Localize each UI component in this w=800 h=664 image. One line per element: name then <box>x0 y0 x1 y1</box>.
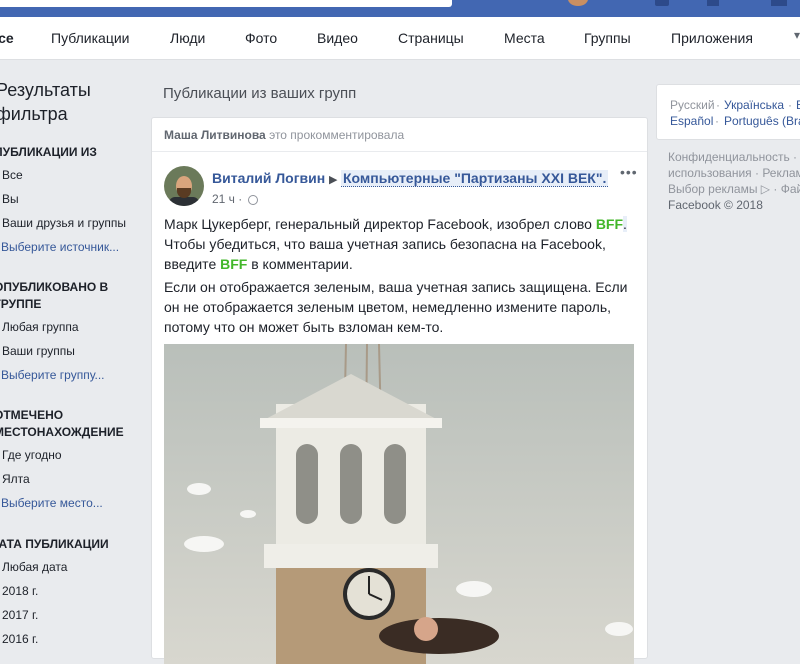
commenter-action: это прокомментировала <box>269 128 405 142</box>
filter-option-2018[interactable]: 2018 г. <box>2 584 38 598</box>
comment-activity: Маша Литвинова это прокомментировала <box>164 128 404 142</box>
post-text-paragraph-2: Если он отображается зеленым, ваша учетн… <box>164 279 628 335</box>
author-name[interactable]: Виталий Логвин <box>212 170 325 186</box>
group-name[interactable]: Компьютерные "Партизаны XXI ВЕК". <box>341 170 609 187</box>
top-bar <box>0 0 800 17</box>
notifications-icon[interactable] <box>771 0 787 6</box>
choose-location-link[interactable]: Выберите место... <box>1 496 103 510</box>
tab-pages[interactable]: Страницы <box>398 30 464 46</box>
tab-videos[interactable]: Видео <box>317 30 358 46</box>
filter-option-friends-groups[interactable]: Ваши друзья и группы <box>2 216 126 230</box>
tab-places[interactable]: Места <box>504 30 545 46</box>
filter-option-any-group[interactable]: Любая группа <box>2 320 79 334</box>
language-current: Русский <box>670 98 715 112</box>
filter-section-posted-in-group: Опубликовано в группе <box>0 280 109 311</box>
filters-title: Результаты фильтра <box>0 80 91 124</box>
language-link-portuguese[interactable]: Português (Bra <box>724 114 800 128</box>
chevron-down-icon[interactable]: ▾ <box>794 28 800 44</box>
triangle-right-icon: ▶ <box>329 174 338 186</box>
filter-option-2016[interactable]: 2016 г. <box>2 632 38 646</box>
filter-option-all[interactable]: Все <box>2 168 23 182</box>
filter-option-any-date[interactable]: Любая дата <box>2 560 67 574</box>
post-text-paragraph-1: Марк Цукерберг, генеральный директор Fac… <box>164 216 627 272</box>
profile-avatar[interactable] <box>568 0 588 6</box>
filter-option-your-groups[interactable]: Ваши группы <box>2 344 75 358</box>
post-photo-image <box>164 344 634 664</box>
bff-word: BFF <box>220 256 248 272</box>
footer-links-line-2[interactable]: использования · Реклам <box>668 166 800 180</box>
feed-heading: Публикации из ваших групп <box>163 85 357 102</box>
footer-links-line-3[interactable]: Выбор рекламы ▷ · Фай <box>668 182 800 196</box>
choose-group-link[interactable]: Выберите группу... <box>1 368 105 382</box>
commenter-name[interactable]: Маша Литвинова <box>164 128 266 142</box>
friend-requests-icon[interactable] <box>655 0 669 6</box>
tab-groups[interactable]: Группы <box>584 30 631 46</box>
tab-posts[interactable]: Публикации <box>51 30 129 46</box>
copyright: Facebook © 2018 <box>668 198 763 212</box>
filter-option-yalta[interactable]: Ялта <box>2 472 30 486</box>
bff-word: BFF <box>595 216 624 232</box>
filter-option-anywhere[interactable]: Где угодно <box>2 448 62 462</box>
filter-option-2017[interactable]: 2017 г. <box>2 608 38 622</box>
author-avatar[interactable] <box>164 166 204 206</box>
post-meta: 21 ч · <box>212 192 259 206</box>
divider <box>152 151 647 152</box>
language-box: Русский · Українська · E Español · Portu… <box>656 84 800 140</box>
globe-icon <box>248 194 259 205</box>
filter-section-posts-from: Публикации из <box>0 145 97 159</box>
tab-apps[interactable]: Приложения <box>671 30 753 46</box>
footer-links-line-1[interactable]: Конфиденциальность · <box>668 150 797 164</box>
tab-all[interactable]: Все <box>0 30 14 46</box>
language-link-spanish[interactable]: Español <box>670 114 713 128</box>
choose-source-link[interactable]: Выберите источник... <box>1 240 119 254</box>
tab-photos[interactable]: Фото <box>245 30 277 46</box>
filter-section-date: Дата публикации <box>0 537 109 551</box>
post-photo[interactable] <box>164 344 634 664</box>
language-link-ukrainian[interactable]: Українська <box>724 98 784 112</box>
search-input[interactable] <box>0 0 452 7</box>
filter-section-tagged-location: Отмечено местонахождение <box>0 408 124 439</box>
post-card: Маша Литвинова это прокомментировала Вит… <box>151 117 648 664</box>
messages-icon[interactable] <box>707 0 719 6</box>
more-options-icon[interactable]: ••• <box>620 164 638 180</box>
filter-option-you[interactable]: Вы <box>2 192 19 206</box>
language-link-english[interactable]: E <box>796 98 800 112</box>
tab-people[interactable]: Люди <box>170 30 205 46</box>
search-tabs: Все Публикации Люди Фото Видео Страницы … <box>0 17 800 60</box>
post-time[interactable]: 21 ч <box>212 192 235 206</box>
